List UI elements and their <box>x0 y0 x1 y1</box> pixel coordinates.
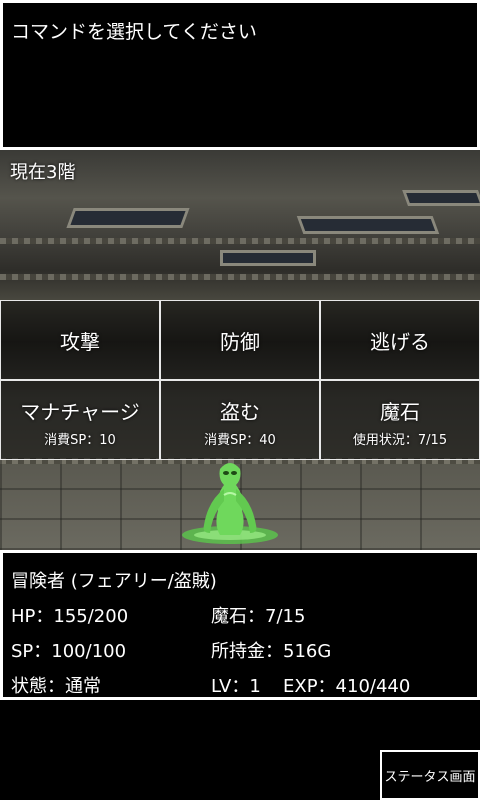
mana-charge-cost: 消費SP：10 <box>44 433 116 448</box>
magic-stone-label: 魔石 <box>380 400 420 424</box>
level-value: LV：1 <box>211 676 261 697</box>
message-text: コマンドを選択してください <box>3 3 477 147</box>
ceiling-panel <box>296 216 440 234</box>
steal-label: 盗む <box>220 400 260 424</box>
condition-value: 状態：通常 <box>11 676 101 697</box>
status-screen-button[interactable]: ステータス画面 <box>380 750 480 800</box>
message-window: コマンドを選択してください <box>0 0 480 150</box>
attack-button[interactable]: 攻撃 <box>0 300 160 380</box>
status-window: 冒険者 (フェアリー/盗賊) HP：155/200 SP：100/100 状態：… <box>0 550 480 700</box>
gold-value: 所持金：516G <box>211 641 332 662</box>
hp-value: HP：155/200 <box>11 606 129 627</box>
escape-label: 逃げる <box>370 329 430 354</box>
magic-stone-value: 魔石：7/15 <box>211 606 306 627</box>
sp-value: SP：100/100 <box>11 641 127 662</box>
slime-monster[interactable] <box>180 455 280 545</box>
magic-stone-usage: 使用状況：7/15 <box>352 433 448 448</box>
character-name: 冒険者 (フェアリー/盗賊) <box>11 571 217 592</box>
ceiling-beam <box>0 274 480 280</box>
defend-label: 防御 <box>220 329 260 354</box>
defend-button[interactable]: 防御 <box>160 300 320 380</box>
command-menu: 攻撃 防御 逃げる マナチャージ 消費SP：10 盗む 消費SP：40 魔石 使… <box>0 300 480 460</box>
ceiling-panel <box>402 190 480 206</box>
escape-button[interactable]: 逃げる <box>320 300 480 380</box>
ceiling-beam <box>0 238 480 244</box>
exp-value: EXP：410/440 <box>283 676 411 697</box>
steal-button[interactable]: 盗む 消費SP：40 <box>160 380 320 460</box>
floor-indicator: 現在3階 <box>10 162 76 183</box>
magic-stone-button[interactable]: 魔石 使用状況：7/15 <box>320 380 480 460</box>
ceiling-panel <box>66 208 190 228</box>
steal-cost: 消費SP：40 <box>204 433 276 448</box>
mana-charge-label: マナチャージ <box>20 400 140 424</box>
mana-charge-button[interactable]: マナチャージ 消費SP：10 <box>0 380 160 460</box>
ceiling-panel <box>220 250 316 266</box>
attack-label: 攻撃 <box>60 329 100 354</box>
